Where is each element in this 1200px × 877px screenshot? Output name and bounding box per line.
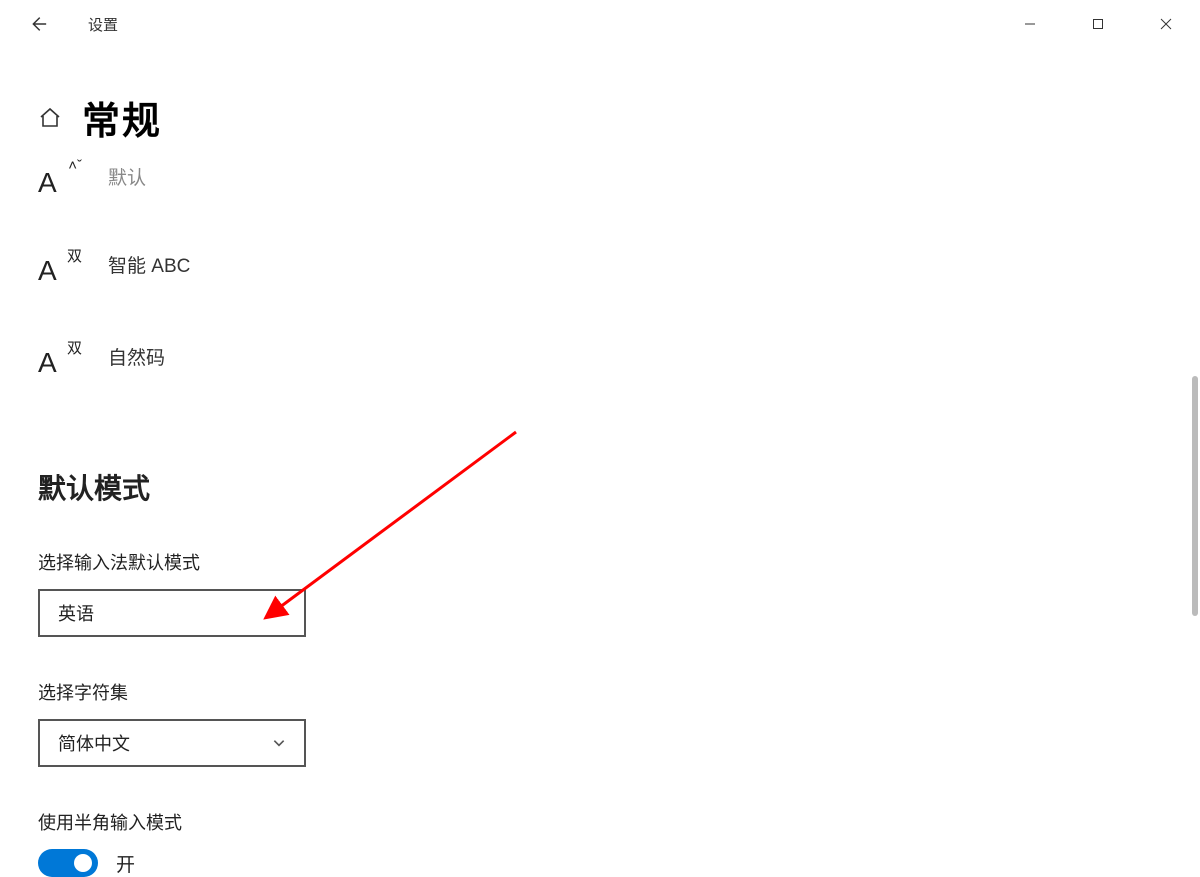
section-title-default-mode: 默认模式 (38, 467, 1162, 507)
option-label: 默认 (108, 163, 146, 190)
chevron-down-icon (272, 606, 286, 620)
toggle-knob (74, 854, 92, 872)
field-label-default-input: 选择输入法默认模式 (38, 549, 1162, 575)
option-label: 智能 ABC (108, 251, 190, 278)
page-header: 常规 (38, 90, 1162, 145)
default-input-mode-select[interactable]: 英语 (38, 589, 306, 637)
scrollbar-thumb[interactable] (1192, 376, 1198, 616)
select-value: 英语 (58, 600, 94, 626)
page-title: 常规 (82, 90, 162, 145)
scheme-icon: A双 (38, 243, 80, 285)
field-label-charset: 选择字符集 (38, 679, 1162, 705)
input-scheme-option[interactable]: A˄ˇ 默认 (38, 155, 1162, 197)
toggle-state-label: 开 (116, 850, 135, 877)
input-scheme-option[interactable]: A双 智能 ABC (38, 243, 1162, 285)
scheme-icon: A˄ˇ (38, 155, 80, 197)
close-icon (1160, 18, 1172, 30)
charset-select[interactable]: 简体中文 (38, 719, 306, 767)
select-value: 简体中文 (58, 730, 130, 756)
field-label-halfwidth: 使用半角输入模式 (38, 809, 1162, 835)
scheme-icon: A双 (38, 335, 80, 377)
halfwidth-toggle-row: 开 (38, 849, 1162, 877)
maximize-icon (1092, 18, 1104, 30)
maximize-button[interactable] (1064, 0, 1132, 48)
content-area: 常规 A˄ˇ 默认 A双 智能 ABC A双 自然码 默认模式 选择输入法默认模… (0, 90, 1200, 877)
minimize-button[interactable] (996, 0, 1064, 48)
back-button[interactable] (26, 13, 48, 35)
titlebar: 设置 (0, 0, 1200, 48)
home-icon[interactable] (38, 106, 62, 130)
close-button[interactable] (1132, 0, 1200, 48)
app-title: 设置 (88, 14, 118, 35)
chevron-down-icon (272, 736, 286, 750)
halfwidth-toggle[interactable] (38, 849, 98, 877)
option-label: 自然码 (108, 343, 165, 370)
minimize-icon (1024, 18, 1036, 30)
input-scheme-option[interactable]: A双 自然码 (38, 335, 1162, 377)
window-controls (996, 0, 1200, 48)
titlebar-left: 设置 (20, 13, 118, 35)
arrow-left-icon (26, 13, 48, 35)
